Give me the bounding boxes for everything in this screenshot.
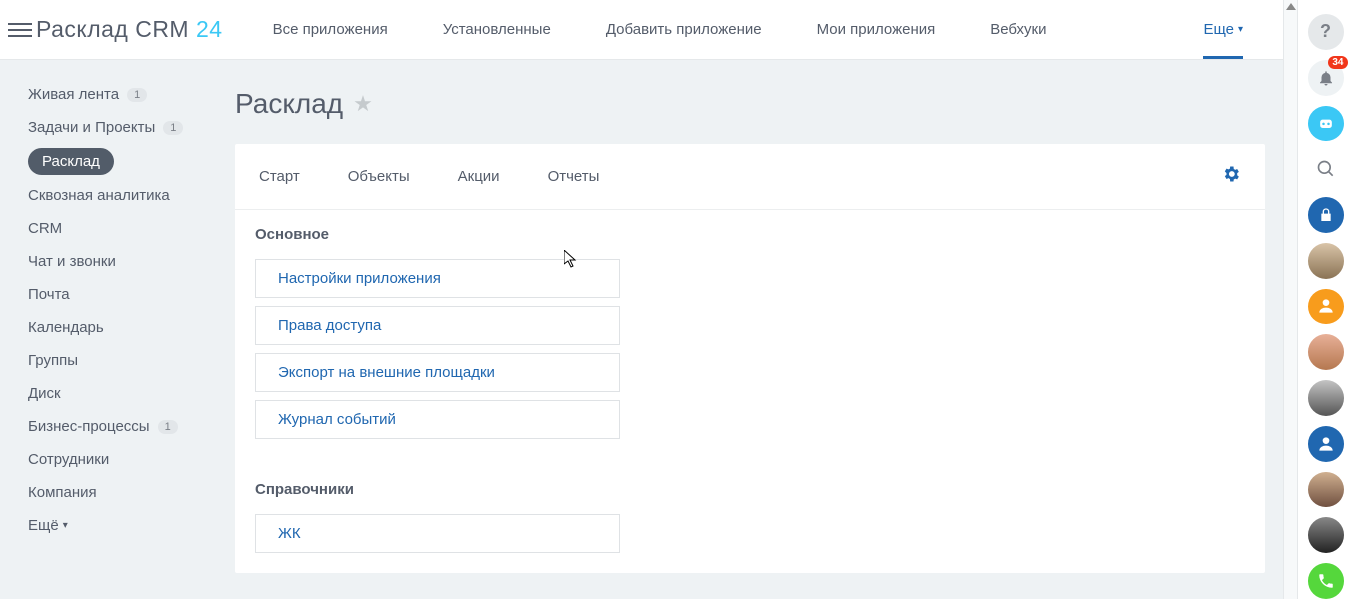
topbar: Расклад CRM 24 Все приложения Установлен… [0,0,1283,60]
scrollbar[interactable] [1283,0,1297,599]
sidebar-item-chat[interactable]: Чат и звонки [0,245,235,278]
sidebar-item-label: Задачи и Проекты [28,119,155,136]
topnav-more[interactable]: Еще ▾ [1203,0,1243,59]
topnav-all-apps[interactable]: Все приложения [273,0,388,59]
brand-name: Расклад CRM [36,16,189,42]
avatar[interactable] [1308,289,1344,325]
sidebar-item-label: Сквозная аналитика [28,187,170,204]
sidebar-item-label: Живая лента [28,86,119,103]
help-icon[interactable]: ? [1308,14,1344,50]
sidebar-item-crm[interactable]: CRM [0,212,235,245]
brand-logo[interactable]: Расклад CRM 24 [36,16,223,43]
link-events-log[interactable]: Журнал событий [255,400,620,439]
sidebar-badge: 1 [158,420,178,434]
star-icon[interactable]: ★ [353,91,373,117]
lock-icon[interactable] [1308,197,1344,233]
link-export[interactable]: Экспорт на внешние площадки [255,353,620,392]
content-card: Старт Объекты Акции Отчеты Основное Наст… [235,144,1265,573]
robot-icon[interactable] [1308,106,1344,142]
link-access-rights[interactable]: Права доступа [255,306,620,345]
link-list: ЖК [255,514,620,553]
avatar[interactable] [1308,517,1344,553]
notification-badge: 34 [1328,56,1347,69]
main-content: Расклад ★ Старт Объекты Акции Отчеты Осн… [235,60,1283,599]
link-zhk[interactable]: ЖК [255,514,620,553]
link-list: Настройки приложения Права доступа Экспо… [255,259,620,439]
sidebar-item-employees[interactable]: Сотрудники [0,443,235,476]
sidebar-item-label: Группы [28,352,78,369]
section-title: Справочники [255,471,1245,514]
sidebar-item-label: Диск [28,385,61,402]
sidebar-item-analytics[interactable]: Сквозная аналитика [0,179,235,212]
topnav-webhooks[interactable]: Вебхуки [990,0,1046,59]
sidebar-more-label: Ещё [28,517,59,534]
gear-icon[interactable] [1221,164,1241,189]
page-title-row: Расклад ★ [235,60,1283,144]
avatar[interactable] [1308,472,1344,508]
sidebar-item-mail[interactable]: Почта [0,278,235,311]
avatar[interactable] [1308,426,1344,462]
sidebar-more[interactable]: Ещё ▾ [0,509,235,542]
sidebar-item-label: Чат и звонки [28,253,116,270]
sidebar-item-tasks[interactable]: Задачи и Проекты 1 [0,111,235,144]
sidebar-badge: 1 [163,121,183,135]
rightbar: ? 34 [1297,0,1353,599]
sidebar-item-rasklad[interactable]: Расклад [28,148,114,175]
chevron-down-icon: ▾ [63,520,68,531]
sidebar-item-calendar[interactable]: Календарь [0,311,235,344]
scroll-up-icon [1286,3,1296,10]
section-main: Основное Настройки приложения Права дост… [235,209,1265,459]
topnav-installed[interactable]: Установленные [443,0,551,59]
sidebar-item-disk[interactable]: Диск [0,377,235,410]
search-icon[interactable] [1308,151,1344,187]
tab-reports[interactable]: Отчеты [548,168,600,185]
sidebar-item-label: Расклад [42,153,100,170]
sidebar-item-rasklad-wrap: Расклад [0,144,235,179]
hamburger-icon[interactable] [8,18,32,42]
topnav-my-apps[interactable]: Мои приложения [817,0,936,59]
sidebar-item-company[interactable]: Компания [0,476,235,509]
sidebar-item-label: CRM [28,220,62,237]
top-navigation: Все приложения Установленные Добавить пр… [273,0,1047,59]
bell-icon[interactable]: 34 [1308,60,1344,96]
sidebar-item-label: Компания [28,484,97,501]
sidebar-item-bp[interactable]: Бизнес-процессы 1 [0,410,235,443]
sidebar-item-groups[interactable]: Группы [0,344,235,377]
avatar[interactable] [1308,380,1344,416]
topnav-add-app[interactable]: Добавить приложение [606,0,762,59]
section-dictionaries: Справочники ЖК [235,459,1265,573]
phone-icon[interactable] [1308,563,1344,599]
sidebar-item-label: Бизнес-процессы [28,418,150,435]
avatar[interactable] [1308,243,1344,279]
sidebar-badge: 1 [127,88,147,102]
sidebar-item-label: Почта [28,286,70,303]
sidebar-item-feed[interactable]: Живая лента 1 [0,78,235,111]
inner-tabs: Старт Объекты Акции Отчеты [235,144,1265,209]
brand-suffix: 24 [196,16,223,42]
avatar[interactable] [1308,334,1344,370]
tab-actions[interactable]: Акции [458,168,500,185]
page-title: Расклад [235,88,343,120]
sidebar: Живая лента 1 Задачи и Проекты 1 Расклад… [0,60,235,599]
tab-start[interactable]: Старт [259,168,300,185]
chevron-down-icon: ▾ [1238,24,1243,35]
topnav-more-label: Еще [1203,21,1234,38]
sidebar-item-label: Сотрудники [28,451,109,468]
section-title: Основное [255,216,1245,259]
link-app-settings[interactable]: Настройки приложения [255,259,620,298]
sidebar-item-label: Календарь [28,319,104,336]
tab-objects[interactable]: Объекты [348,168,410,185]
